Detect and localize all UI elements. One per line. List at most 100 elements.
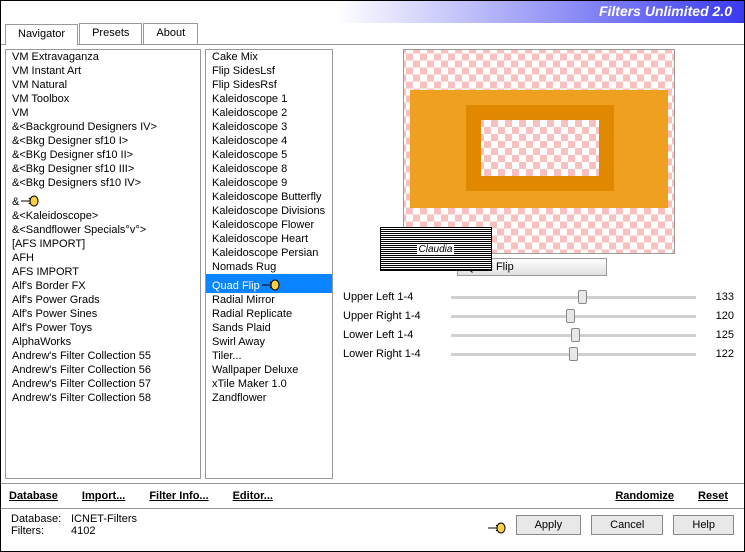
list-item[interactable]: &: [6, 190, 200, 209]
slider-thumb[interactable]: [578, 290, 587, 304]
list-item[interactable]: Kaleidoscope Persian: [206, 246, 332, 260]
tab-presets[interactable]: Presets: [79, 23, 142, 44]
slider-track[interactable]: [451, 353, 696, 356]
slider-row: Upper Right 1-4120: [343, 307, 734, 325]
database-button[interactable]: Database: [9, 490, 58, 502]
list-item[interactable]: Andrew's Filter Collection 56: [6, 363, 200, 377]
list-item[interactable]: Nomads Rug: [206, 260, 332, 274]
list-item[interactable]: Flip SidesRsf: [206, 78, 332, 92]
help-button[interactable]: Help: [673, 515, 734, 535]
slider-value: 122: [704, 348, 734, 360]
filter-info-button[interactable]: Filter Info...: [149, 490, 208, 502]
slider-thumb[interactable]: [571, 328, 580, 342]
slider-group: Upper Left 1-4133Upper Right 1-4120Lower…: [337, 288, 740, 364]
tab-navigator[interactable]: Navigator: [5, 24, 78, 45]
randomize-button[interactable]: Randomize: [615, 490, 674, 502]
slider-thumb[interactable]: [566, 309, 575, 323]
list-item[interactable]: Wallpaper Deluxe: [206, 363, 332, 377]
list-item[interactable]: &<Background Designers IV>: [6, 120, 200, 134]
list-item[interactable]: Kaleidoscope Butterfly: [206, 190, 332, 204]
slider-track[interactable]: [451, 315, 696, 318]
slider-track[interactable]: [451, 296, 696, 299]
list-item[interactable]: Kaleidoscope 8: [206, 162, 332, 176]
status-db-label: Database:: [11, 513, 71, 525]
slider-row: Lower Left 1-4 125: [343, 326, 734, 344]
slider-label: Lower Left 1-4: [343, 329, 443, 341]
filter-list[interactable]: Cake MixFlip SidesLsfFlip SidesRsfKaleid…: [206, 50, 332, 478]
list-item[interactable]: Radial Replicate: [206, 307, 332, 321]
apply-button[interactable]: Apply: [516, 515, 582, 535]
list-item[interactable]: &<Sandflower Specials°v°>: [6, 223, 200, 237]
list-item[interactable]: Andrew's Filter Collection 57: [6, 377, 200, 391]
list-item[interactable]: Andrew's Filter Collection 55: [6, 349, 200, 363]
list-item[interactable]: Tiler...: [206, 349, 332, 363]
list-item[interactable]: &<Bkg Designer sf10 I>: [6, 134, 200, 148]
list-item[interactable]: &<BKg Designer sf10 II>: [6, 148, 200, 162]
status-filters-value: 4102: [71, 525, 95, 537]
editor-button[interactable]: Editor...: [233, 490, 273, 502]
preview-shape-inner: [466, 105, 614, 191]
list-item[interactable]: Alf's Power Grads: [6, 293, 200, 307]
list-item[interactable]: Kaleidoscope 1: [206, 92, 332, 106]
import-button[interactable]: Import...: [82, 490, 125, 502]
list-item[interactable]: VM Toolbox: [6, 92, 200, 106]
list-item[interactable]: &<Kaleidoscope>: [6, 209, 200, 223]
list-item[interactable]: [AFS IMPORT]: [6, 237, 200, 251]
list-item[interactable]: AlphaWorks: [6, 335, 200, 349]
slider-thumb[interactable]: [569, 347, 578, 361]
slider-track[interactable]: [451, 334, 696, 337]
slider-value: 133: [704, 291, 734, 303]
preview-panel: Claudia Quad Flip Upper Left 1-4133Upper…: [337, 49, 740, 479]
slider-row: Upper Left 1-4 133: [343, 288, 734, 306]
list-item[interactable]: Kaleidoscope 3: [206, 120, 332, 134]
list-item[interactable]: Kaleidoscope Divisions: [206, 204, 332, 218]
pointer-icon: [260, 278, 280, 292]
watermark-text: Claudia: [417, 244, 455, 255]
slider-label: Upper Left 1-4: [343, 291, 443, 303]
tab-bar: Navigator Presets About: [1, 23, 744, 45]
app-title: Filters Unlimited 2.0: [599, 3, 732, 19]
list-item[interactable]: VM: [6, 106, 200, 120]
category-list[interactable]: VM ExtravaganzaVM Instant ArtVM NaturalV…: [6, 50, 200, 478]
list-item[interactable]: Kaleidoscope 5: [206, 148, 332, 162]
category-list-panel: VM ExtravaganzaVM Instant ArtVM NaturalV…: [5, 49, 201, 479]
list-item[interactable]: VM Instant Art: [6, 64, 200, 78]
cancel-button[interactable]: Cancel: [591, 515, 663, 535]
filter-list-panel: Cake MixFlip SidesLsfFlip SidesRsfKaleid…: [205, 49, 333, 479]
list-item[interactable]: Kaleidoscope 4: [206, 134, 332, 148]
list-item[interactable]: Kaleidoscope Heart: [206, 232, 332, 246]
list-item[interactable]: Flip SidesLsf: [206, 64, 332, 78]
list-item[interactable]: &<Bkg Designers sf10 IV>: [6, 176, 200, 190]
list-item[interactable]: Alf's Power Sines: [6, 307, 200, 321]
list-item[interactable]: Alf's Border FX: [6, 279, 200, 293]
list-item[interactable]: AFS IMPORT: [6, 265, 200, 279]
list-item[interactable]: Swirl Away: [206, 335, 332, 349]
status-info: Database:ICNET-Filters Filters:4102: [11, 513, 476, 537]
list-item[interactable]: xTile Maker 1.0: [206, 377, 332, 391]
list-item[interactable]: Quad Flip: [206, 274, 332, 293]
pointer-icon: [486, 521, 506, 535]
list-item[interactable]: Kaleidoscope 2: [206, 106, 332, 120]
list-item[interactable]: Zandflower: [206, 391, 332, 405]
reset-button[interactable]: Reset: [698, 490, 728, 502]
list-item[interactable]: Sands Plaid: [206, 321, 332, 335]
tab-about[interactable]: About: [143, 23, 198, 44]
list-item[interactable]: Alf's Power Toys: [6, 321, 200, 335]
slider-label: Lower Right 1-4: [343, 348, 443, 360]
list-item[interactable]: Kaleidoscope 9: [206, 176, 332, 190]
list-item[interactable]: Cake Mix: [206, 50, 332, 64]
list-item[interactable]: VM Natural: [6, 78, 200, 92]
pointer-icon: [19, 194, 39, 208]
title-bar: Filters Unlimited 2.0: [1, 1, 744, 23]
status-bar: Database:ICNET-Filters Filters:4102 Appl…: [1, 509, 744, 541]
slider-value: 125: [704, 329, 734, 341]
list-item[interactable]: &<Bkg Designer sf10 III>: [6, 162, 200, 176]
list-item[interactable]: Radial Mirror: [206, 293, 332, 307]
slider-row: Lower Right 1-4 122: [343, 345, 734, 363]
list-item[interactable]: Kaleidoscope Flower: [206, 218, 332, 232]
slider-value: 120: [704, 310, 734, 322]
list-item[interactable]: AFH: [6, 251, 200, 265]
list-item[interactable]: Andrew's Filter Collection 58: [6, 391, 200, 405]
status-filters-label: Filters:: [11, 525, 71, 537]
list-item[interactable]: VM Extravaganza: [6, 50, 200, 64]
